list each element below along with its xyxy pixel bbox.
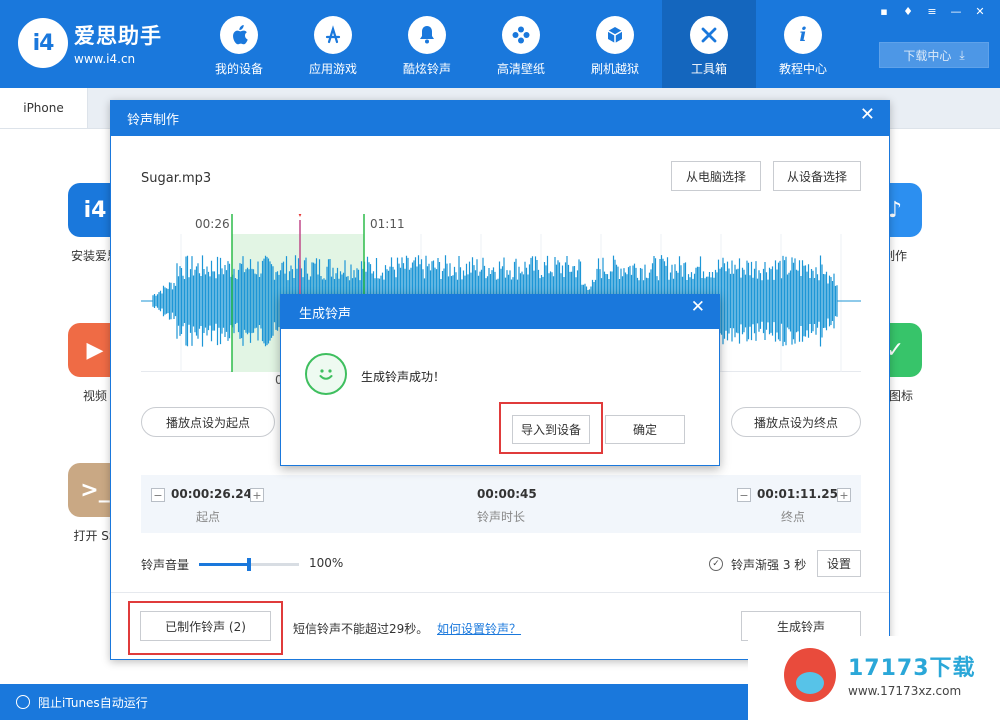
device-tab-iphone[interactable]: iPhone (0, 88, 88, 128)
bell-icon (408, 16, 446, 54)
pick-from-pc-button[interactable]: 从电脑选择 (671, 161, 761, 191)
minimize-icon[interactable]: — (946, 4, 966, 20)
radio-circle-icon[interactable] (16, 695, 30, 709)
close-icon[interactable]: ✕ (860, 104, 875, 125)
start-increment-button[interactable]: + (250, 488, 264, 502)
menu-icon[interactable]: ≡ (922, 4, 942, 20)
end-caption: 终点 (781, 510, 806, 524)
duration-caption: 铃声时长 (477, 510, 526, 524)
import-to-device-button[interactable]: 导入到设备 (512, 415, 590, 444)
volume-percent: 100% (309, 556, 344, 570)
set-end-button[interactable]: 播放点设为终点 (731, 407, 861, 437)
ok-button[interactable]: 确定 (605, 415, 685, 444)
tools-icon (690, 16, 728, 54)
settings-button[interactable]: 设置 (817, 550, 861, 577)
nav-wallpapers[interactable]: 高清壁纸 (474, 0, 568, 88)
fade-in-label: 铃声渐强 3 秒 (731, 558, 807, 572)
info-icon: i (784, 16, 822, 54)
watermark-name: 17173下载 (848, 656, 976, 681)
range-info: − 00:00:26.248 + 起点 00:00:45 铃声时长 − 00:0… (141, 475, 861, 533)
volume-label: 铃声音量 (141, 558, 190, 572)
top-bar: i4 爱思助手 www.i4.cn 我的设备 应用游戏 酷炫铃声 高清壁纸 刷机… (0, 0, 1000, 88)
time-mark-start: 00:26 (195, 217, 230, 231)
pick-from-device-button[interactable]: 从设备选择 (773, 161, 861, 191)
window-controls: ▪ ♦ ≡ — ✕ (874, 4, 990, 20)
set-start-button[interactable]: 播放点设为起点 (141, 407, 275, 437)
nav-toolbox[interactable]: 工具箱 (662, 0, 756, 88)
i4-logo-icon: i4 (18, 18, 68, 68)
watermark: 17173下载 www.17173xz.com (748, 636, 1000, 720)
smiley-icon (305, 353, 347, 395)
app-store-icon (314, 16, 352, 54)
footer-divider (111, 592, 889, 593)
volume-handle[interactable] (247, 558, 251, 571)
mascot-logo-icon (784, 648, 836, 702)
volume-fill (199, 563, 249, 566)
dialog-title: 铃声制作 (111, 101, 889, 136)
app-logo: i4 爱思助手 www.i4.cn (18, 18, 162, 68)
flower-icon (502, 16, 540, 54)
time-mark-end: 01:11 (370, 217, 405, 231)
end-increment-button[interactable]: + (837, 488, 851, 502)
box-icon (596, 16, 634, 54)
success-title: 生成铃声 (281, 295, 719, 329)
start-caption: 起点 (196, 510, 221, 524)
nav-apps-games[interactable]: 应用游戏 (286, 0, 380, 88)
download-center-button[interactable]: 下载中心 ⤓ (879, 42, 989, 68)
start-decrement-button[interactable]: − (151, 488, 165, 502)
app-url: www.i4.cn (74, 52, 136, 66)
nav-my-device[interactable]: 我的设备 (192, 0, 286, 88)
itunes-block-toggle[interactable]: 阻止iTunes自动运行 (38, 694, 148, 711)
success-message: 生成铃声成功！ (361, 370, 446, 384)
main-nav: 我的设备 应用游戏 酷炫铃声 高清壁纸 刷机越狱 工具箱 i 教程中心 (192, 0, 850, 88)
playhead-triangle (298, 214, 302, 217)
fade-in-checkbox[interactable]: ✓ (709, 557, 723, 571)
nav-tutorials[interactable]: i 教程中心 (756, 0, 850, 88)
made-ringtones-button[interactable]: 已制作铃声 (2) (140, 611, 271, 641)
close-icon[interactable]: ✕ (691, 297, 705, 317)
sms-tip: 短信铃声不能超过29秒。 (293, 622, 429, 636)
file-name: Sugar.mp3 (141, 171, 212, 186)
apple-icon (220, 16, 258, 54)
close-window-icon[interactable]: ✕ (970, 4, 990, 20)
watermark-url: www.17173xz.com (848, 684, 962, 698)
start-value: 00:00:26.248 (171, 487, 261, 501)
nav-ringtones[interactable]: 酷炫铃声 (380, 0, 474, 88)
volume-slider[interactable] (199, 558, 299, 571)
end-value: 00:01:11.251 (757, 487, 847, 501)
feedback-icon[interactable]: ▪ (874, 4, 894, 20)
success-dialog: 生成铃声 ✕ 生成铃声成功！ 导入到设备 确定 (280, 294, 720, 466)
download-icon: ⤓ (959, 47, 965, 62)
duration-value: 00:00:45 (477, 487, 537, 501)
end-decrement-button[interactable]: − (737, 488, 751, 502)
shirt-icon[interactable]: ♦ (898, 4, 918, 20)
nav-flash-jailbreak[interactable]: 刷机越狱 (568, 0, 662, 88)
howto-link[interactable]: 如何设置铃声？ (437, 620, 521, 637)
app-name: 爱思助手 (74, 24, 162, 48)
